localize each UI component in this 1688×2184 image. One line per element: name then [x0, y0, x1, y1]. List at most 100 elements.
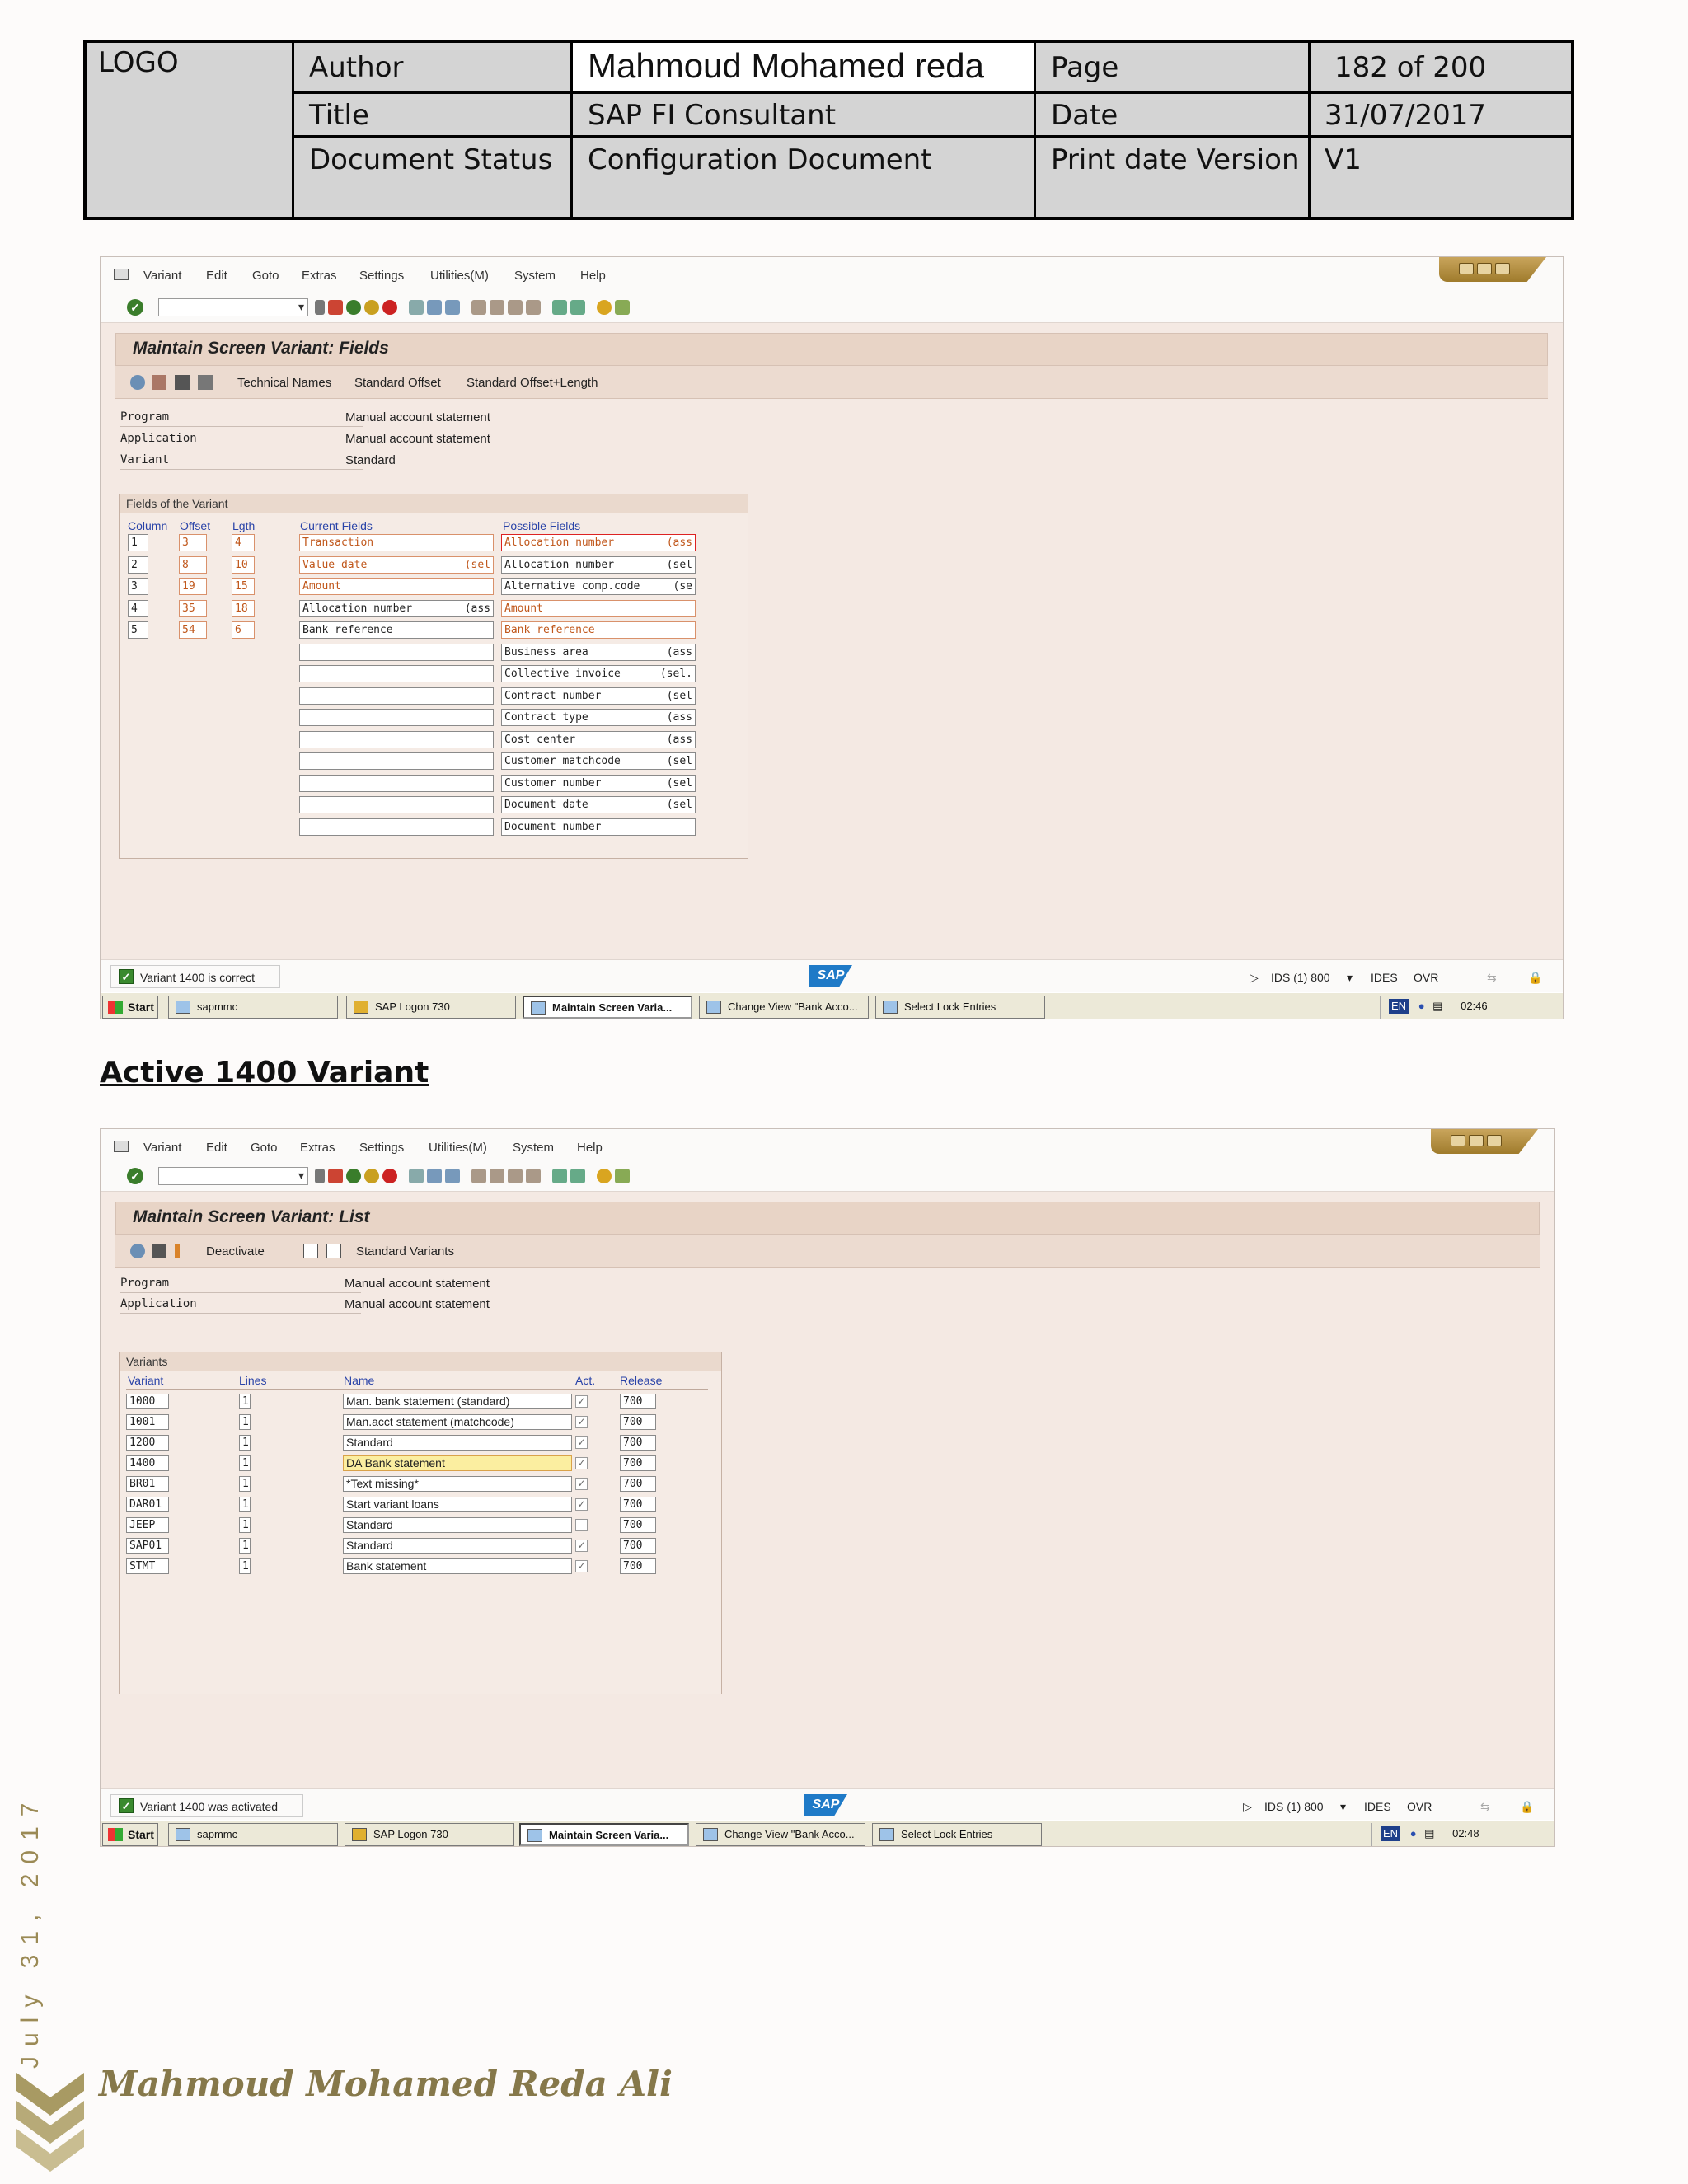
- print-icon[interactable]: [409, 300, 424, 315]
- active-checkbox[interactable]: ✓: [575, 1416, 588, 1428]
- save-variant-icon[interactable]: [152, 375, 166, 390]
- layout-menu-icon[interactable]: [615, 1169, 630, 1183]
- column-number-field[interactable]: 1: [128, 534, 148, 551]
- help-tray-icon[interactable]: ●: [1410, 1827, 1417, 1840]
- last-page-icon[interactable]: [526, 1169, 541, 1183]
- possible-field[interactable]: Allocation number (ass: [501, 534, 696, 551]
- possible-field[interactable]: Customer matchcode (sel: [501, 752, 696, 770]
- cancel-icon[interactable]: [382, 1169, 397, 1183]
- taskbar-item-sap-logon[interactable]: SAP Logon 730: [346, 996, 516, 1019]
- network-tray-icon[interactable]: ▤: [1424, 1827, 1434, 1840]
- close-icon[interactable]: [1487, 1135, 1502, 1146]
- layout-menu-icon[interactable]: [615, 300, 630, 315]
- variant-id-field[interactable]: SAP01: [126, 1538, 169, 1554]
- variant-name-field[interactable]: Man. bank statement (standard): [343, 1394, 572, 1409]
- lines-field[interactable]: 1: [239, 1517, 251, 1533]
- menu-utilities[interactable]: Utilities(M): [430, 269, 489, 283]
- shortcut-icon[interactable]: [570, 300, 585, 315]
- delete-icon[interactable]: [152, 1244, 166, 1258]
- current-field-empty[interactable]: [299, 818, 494, 836]
- variant-name-field[interactable]: Standard: [343, 1538, 572, 1554]
- command-field[interactable]: [158, 1167, 308, 1185]
- find-next-icon[interactable]: [445, 1169, 460, 1183]
- offset-field[interactable]: 3: [179, 534, 207, 551]
- create-session-icon[interactable]: [552, 1169, 567, 1183]
- active-checkbox[interactable]: ✓: [575, 1457, 588, 1469]
- language-indicator[interactable]: EN: [1389, 999, 1409, 1014]
- possible-field[interactable]: Contract type (ass: [501, 709, 696, 726]
- first-page-icon[interactable]: [471, 1169, 486, 1183]
- release-field[interactable]: 700: [620, 1538, 656, 1554]
- minimize-icon[interactable]: [1451, 1135, 1465, 1146]
- menu-settings[interactable]: Settings: [359, 269, 404, 283]
- length-field[interactable]: 6: [232, 621, 255, 639]
- exit-icon[interactable]: [364, 1169, 379, 1183]
- length-field[interactable]: 15: [232, 578, 255, 595]
- release-field[interactable]: 700: [620, 1435, 656, 1451]
- current-field[interactable]: Transaction: [299, 534, 494, 551]
- release-field[interactable]: 700: [620, 1414, 656, 1430]
- taskbar-item-change-view[interactable]: Change View "Bank Acco...: [699, 996, 869, 1019]
- window-menu-icon[interactable]: [114, 269, 129, 280]
- possible-field[interactable]: Cost center (ass: [501, 730, 696, 748]
- current-field-empty[interactable]: [299, 709, 494, 726]
- save-icon[interactable]: [328, 1169, 343, 1183]
- variant-name-field[interactable]: Standard: [343, 1517, 572, 1533]
- column-number-field[interactable]: 3: [128, 578, 148, 595]
- taskbar-item-change-view[interactable]: Change View "Bank Acco...: [696, 1823, 865, 1846]
- variant-name-field[interactable]: Man.acct statement (matchcode): [343, 1414, 572, 1430]
- status-expand-icon[interactable]: ▷: [1243, 1800, 1252, 1814]
- system-dropdown-icon[interactable]: ▾: [1347, 971, 1353, 985]
- active-checkbox[interactable]: [575, 1519, 588, 1531]
- lines-field[interactable]: 1: [239, 1558, 251, 1574]
- current-field-empty[interactable]: [299, 774, 494, 792]
- new-icon[interactable]: [303, 1244, 318, 1258]
- variant-id-field[interactable]: DAR01: [126, 1497, 169, 1512]
- lines-field[interactable]: 1: [239, 1394, 251, 1409]
- active-checkbox[interactable]: ✓: [575, 1436, 588, 1449]
- taskbar-item-maintain-screen[interactable]: Maintain Screen Varia...: [523, 996, 692, 1019]
- variant-id-field[interactable]: 1001: [126, 1414, 169, 1430]
- length-field[interactable]: 10: [232, 555, 255, 574]
- offset-field[interactable]: 19: [179, 578, 207, 595]
- lines-field[interactable]: 1: [239, 1414, 251, 1430]
- active-checkbox[interactable]: ✓: [575, 1478, 588, 1490]
- length-field[interactable]: 4: [232, 534, 255, 551]
- lines-field[interactable]: 1: [239, 1476, 251, 1492]
- possible-field[interactable]: Alternative comp.code (se: [501, 578, 696, 595]
- menu-settings[interactable]: Settings: [359, 1141, 404, 1155]
- first-page-icon[interactable]: [471, 300, 486, 315]
- status-handle-icon[interactable]: ⇆: [1480, 1800, 1490, 1814]
- menu-goto[interactable]: Goto: [252, 269, 279, 283]
- variant-id-field[interactable]: 1200: [126, 1435, 169, 1451]
- variant-name-field[interactable]: Standard: [343, 1435, 572, 1451]
- taskbar-item-maintain-screen[interactable]: Maintain Screen Varia...: [519, 1823, 689, 1846]
- lock-icon[interactable]: 🔒: [1520, 1800, 1534, 1814]
- status-handle-icon[interactable]: ⇆: [1487, 971, 1497, 985]
- status-expand-icon[interactable]: ▷: [1250, 971, 1259, 985]
- system-dropdown-icon[interactable]: ▾: [1340, 1800, 1346, 1814]
- menu-goto[interactable]: Goto: [251, 1141, 278, 1155]
- create-session-icon[interactable]: [552, 300, 567, 315]
- back-arrow-icon[interactable]: [315, 300, 325, 315]
- lines-field[interactable]: 1: [239, 1538, 251, 1554]
- menu-edit[interactable]: Edit: [206, 1141, 227, 1155]
- current-field-empty[interactable]: [299, 796, 494, 813]
- display-icon[interactable]: [130, 1244, 145, 1258]
- enter-check-icon[interactable]: ✓: [127, 1168, 143, 1184]
- help-icon[interactable]: [597, 300, 612, 315]
- release-field[interactable]: 700: [620, 1558, 656, 1574]
- taskbar-item-sapmmc[interactable]: sapmmc: [168, 996, 338, 1019]
- menu-edit[interactable]: Edit: [206, 269, 227, 283]
- column-number-field[interactable]: 5: [128, 621, 148, 639]
- previous-page-icon[interactable]: [490, 300, 504, 315]
- restore-icon[interactable]: [1477, 263, 1492, 274]
- offset-field[interactable]: 8: [179, 555, 207, 574]
- possible-field[interactable]: Business area (ass: [501, 643, 696, 661]
- variant-id-field[interactable]: 1000: [126, 1394, 169, 1409]
- network-tray-icon[interactable]: ▤: [1432, 1000, 1442, 1012]
- variant-name-field[interactable]: DA Bank statement: [343, 1455, 572, 1471]
- lines-field[interactable]: 1: [239, 1497, 251, 1512]
- menu-extras[interactable]: Extras: [300, 1141, 335, 1155]
- next-page-icon[interactable]: [508, 300, 523, 315]
